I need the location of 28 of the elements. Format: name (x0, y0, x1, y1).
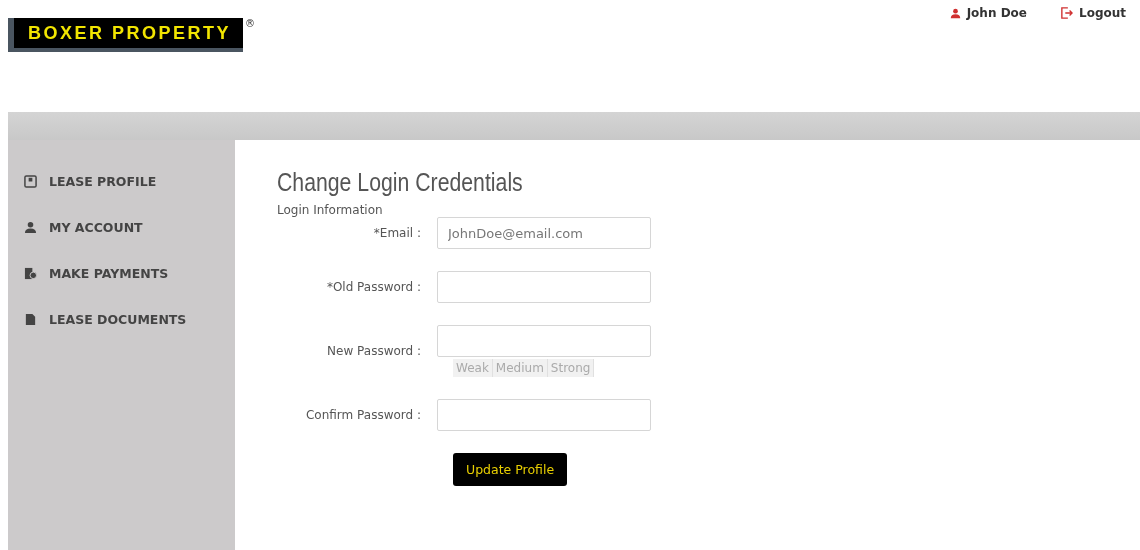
page-title: Change Login Credentials (277, 168, 524, 197)
section-label: Login Information (277, 203, 384, 217)
sidebar-item[interactable]: MY ACCOUNT (8, 220, 235, 235)
registered-mark: ® (245, 18, 256, 29)
field-label: New Password : (326, 344, 422, 358)
input-field[interactable] (437, 399, 651, 431)
logout-link[interactable]: Logout (1061, 6, 1126, 20)
sidebar-item[interactable]: MAKE PAYMENTS (8, 266, 235, 281)
user-icon (24, 221, 37, 234)
user-link[interactable]: John Doe (949, 6, 1027, 20)
profile-icon (24, 175, 37, 188)
user-icon (949, 7, 961, 19)
sidebar-item[interactable]: LEASE DOCUMENTS (8, 312, 235, 327)
field-label: *Old Password : (325, 280, 422, 294)
sidebar-item[interactable]: LEASE PROFILE (8, 174, 235, 189)
input-field[interactable] (437, 271, 651, 303)
field-label: *Email : (372, 226, 422, 240)
field-label: Confirm Password : (304, 408, 422, 422)
strength-segment: Weak (453, 359, 493, 377)
input-field[interactable]: JohnDoe@email.com (437, 217, 651, 249)
strength-segment: Strong (547, 359, 595, 377)
logo: BOXER PROPERTY (8, 18, 244, 52)
input-field[interactable] (437, 325, 651, 357)
logout-icon (1061, 7, 1073, 19)
strength-segment: Medium (492, 359, 548, 377)
update-button[interactable]: Update Profile (453, 453, 568, 486)
document-icon (24, 313, 37, 326)
payment-icon (24, 267, 37, 280)
